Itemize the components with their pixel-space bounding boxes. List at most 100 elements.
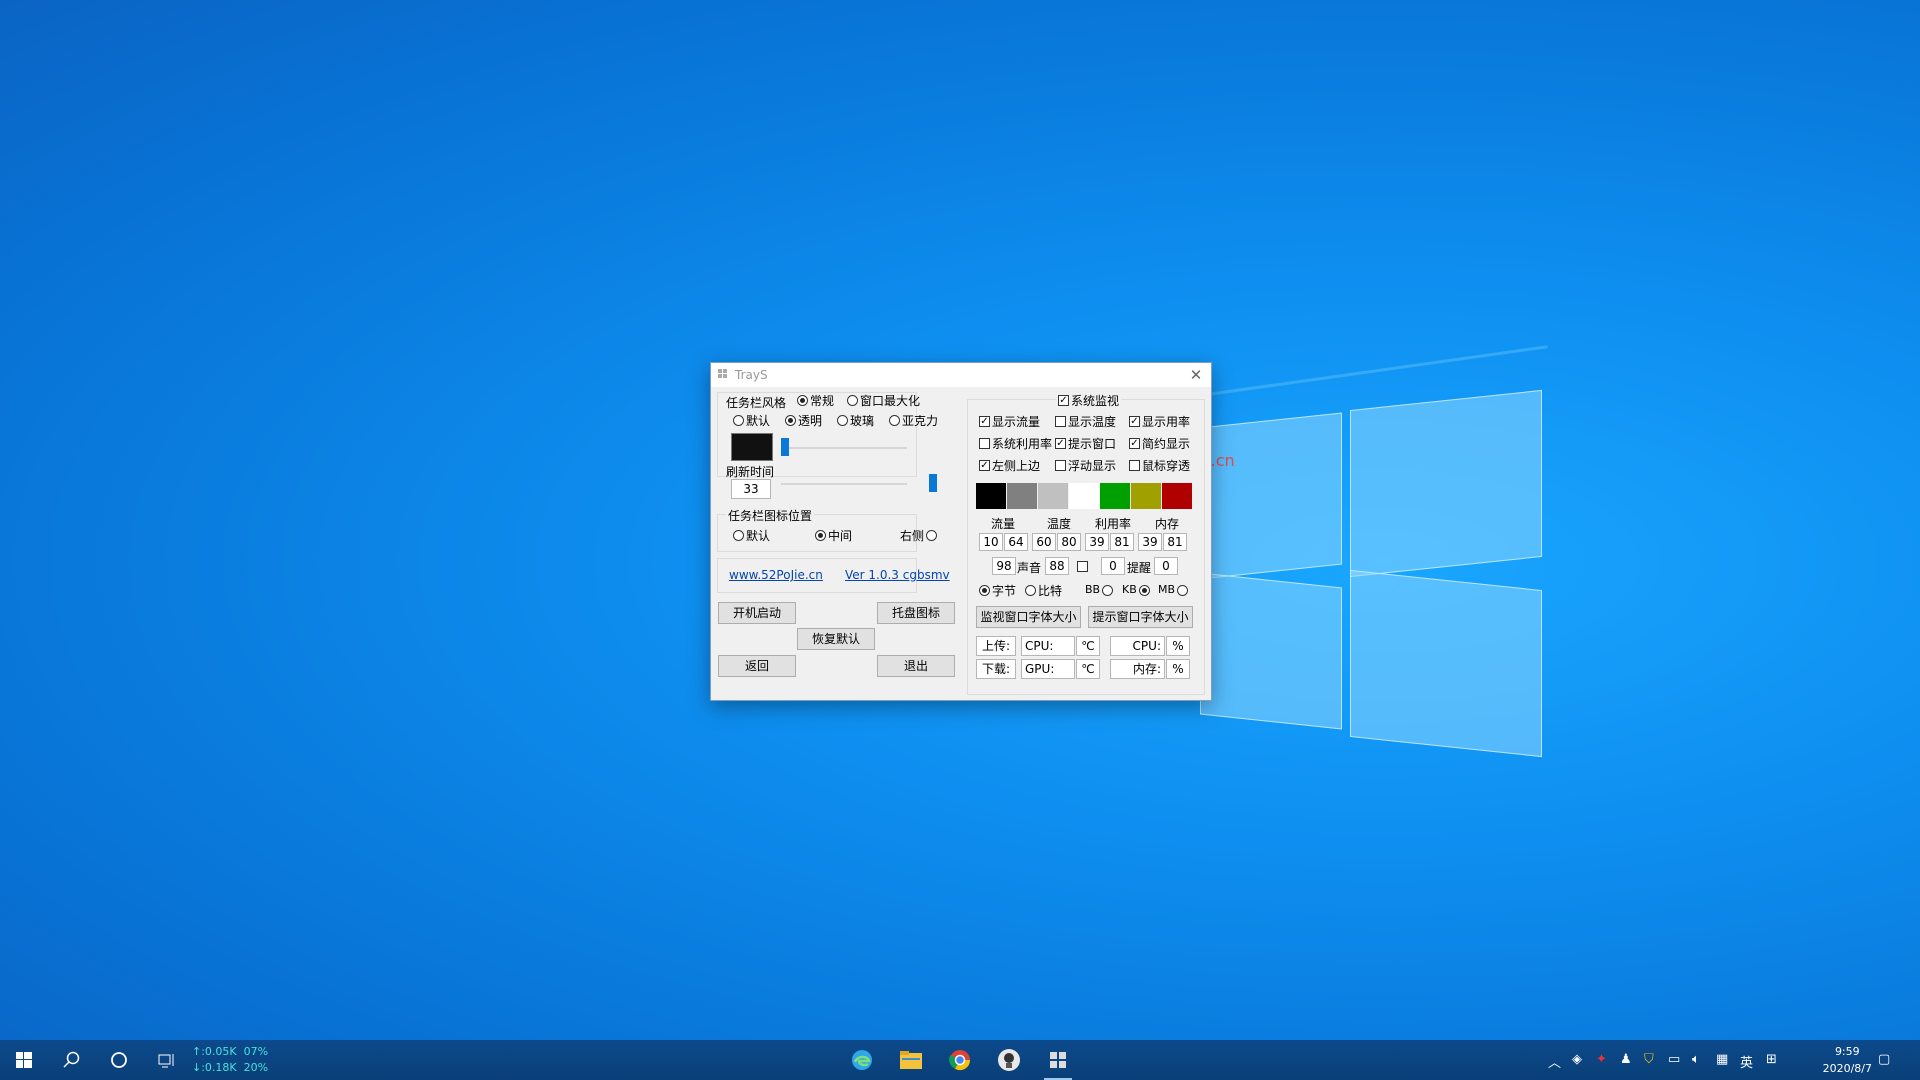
check-float-show[interactable]: 浮动显示: [1055, 458, 1116, 473]
autostart-button[interactable]: 开机启动: [718, 602, 796, 624]
color-swatch-green[interactable]: [1100, 483, 1130, 509]
clock[interactable]: 9:59 2020/8/7: [1823, 1043, 1872, 1077]
volume-icon[interactable]: 🔈︎: [1692, 1052, 1700, 1067]
security-shield-icon[interactable]: ⛉: [1644, 1052, 1654, 1067]
title-bar[interactable]: TrayS ✕: [711, 363, 1211, 387]
net-up: ↑:0.05K: [192, 1045, 237, 1058]
cortana-icon[interactable]: [97, 1040, 141, 1080]
net-down: ↓:0.18K: [192, 1061, 237, 1074]
value-field[interactable]: 64: [1004, 533, 1028, 551]
exit-button[interactable]: 退出: [877, 655, 955, 677]
version-link[interactable]: Ver 1.0.3 cgbsmv: [845, 568, 950, 582]
site-link[interactable]: www.52PoJie.cn: [729, 568, 823, 582]
app-icon: [718, 369, 727, 378]
tip-font-button[interactable]: 提示窗口字体大小: [1088, 606, 1193, 628]
radio-style-transparent[interactable]: 透明: [785, 413, 822, 428]
value-field[interactable]: 60: [1032, 533, 1056, 551]
header-mem: 内存: [1155, 517, 1180, 531]
monitor-font-button[interactable]: 监视窗口字体大小: [976, 606, 1081, 628]
value-field[interactable]: 80: [1057, 533, 1081, 551]
header-traffic: 流量: [991, 517, 1016, 531]
mem-percent: %: [1166, 659, 1190, 679]
value-field[interactable]: 39: [1085, 533, 1109, 551]
chrome-browser-icon[interactable]: [938, 1040, 982, 1080]
value-remind-field[interactable]: 0: [1154, 557, 1178, 575]
color-swatch-red[interactable]: [1162, 483, 1192, 509]
radio-unit-bit[interactable]: 比特: [1025, 583, 1062, 598]
radio-style-glass[interactable]: 玻璃: [837, 413, 874, 428]
qq-penguin-icon[interactable]: ♟: [1620, 1052, 1632, 1067]
radio-pos-default[interactable]: 默认: [733, 528, 770, 543]
check-compact[interactable]: ✓ 简约显示: [1129, 436, 1190, 451]
radio-pos-center[interactable]: 中间: [815, 528, 852, 543]
trays-app-icon[interactable]: [1036, 1040, 1080, 1080]
color-swatch-white[interactable]: [1069, 483, 1099, 509]
color-swatch-gray[interactable]: [1007, 483, 1037, 509]
network-icon[interactable]: ▭: [1668, 1052, 1680, 1067]
value-88-field[interactable]: 88: [1045, 557, 1069, 575]
color-picker-swatch[interactable]: [731, 433, 773, 461]
download-label: 下载:: [976, 659, 1016, 679]
color-swatch-olive[interactable]: [1131, 483, 1161, 509]
radio-style-acrylic[interactable]: 亚克力: [889, 413, 938, 428]
radio-unit-kb[interactable]: KB: [1122, 583, 1150, 597]
check-mouse-pass[interactable]: 鼠标穿透: [1129, 458, 1190, 473]
action-center-icon[interactable]: ▢: [1878, 1052, 1890, 1067]
value-98-field[interactable]: 98: [992, 557, 1016, 575]
radio-style-default[interactable]: 默认: [733, 413, 770, 428]
radio-pos-right[interactable]: 右侧: [900, 528, 938, 543]
radio-style-normal[interactable]: 常规: [797, 393, 834, 408]
cpu-usage-label: CPU:: [1110, 636, 1165, 656]
alpha-slider-track[interactable]: [781, 447, 907, 449]
search-icon[interactable]: [50, 1040, 94, 1080]
ime-indicator[interactable]: 英: [1740, 1052, 1753, 1071]
refresh-slider-track[interactable]: [781, 483, 907, 485]
radio-unit-bb[interactable]: BB: [1085, 583, 1114, 597]
radio-unit-byte[interactable]: 字节: [979, 583, 1016, 598]
value-field[interactable]: 81: [1163, 533, 1187, 551]
value-field[interactable]: 81: [1110, 533, 1134, 551]
check-show-temp[interactable]: 显示温度: [1055, 414, 1116, 429]
check-sys-usage[interactable]: 系统利用率: [979, 436, 1052, 451]
value-field[interactable]: 10: [979, 533, 1003, 551]
value-field[interactable]: 39: [1138, 533, 1162, 551]
header-usage: 利用率: [1095, 517, 1132, 531]
cpu-temp-label: CPU:: [1021, 636, 1075, 656]
restore-default-button[interactable]: 恢复默认: [797, 628, 875, 650]
check-show-traffic[interactable]: ✓ 显示流量: [979, 414, 1040, 429]
sound-label: 声音: [1017, 561, 1042, 575]
close-icon[interactable]: ✕: [1181, 363, 1211, 387]
check-sound[interactable]: [1077, 559, 1088, 573]
tray-icon-button[interactable]: 托盘图标: [877, 602, 955, 624]
clock-time: 9:59: [1834, 1045, 1860, 1058]
show-hidden-icons-chevron-icon[interactable]: ︿: [1548, 1052, 1561, 1071]
check-left-top[interactable]: ✓ 左侧上边: [979, 458, 1040, 473]
window-title: TrayS: [735, 368, 768, 382]
start-windows-icon[interactable]: [2, 1040, 46, 1080]
clock-date: 2020/8/7: [1822, 1062, 1872, 1075]
refresh-slider-thumb[interactable]: [929, 474, 937, 492]
taskbar-style-label: 任务栏风格: [726, 396, 787, 410]
avatar-app-icon[interactable]: [987, 1040, 1031, 1080]
alpha-slider-thumb[interactable]: [781, 438, 789, 456]
color-swatch-black[interactable]: [976, 483, 1006, 509]
tray-app-icon[interactable]: ◈: [1572, 1052, 1582, 1067]
check-system-monitor[interactable]: ✓ 系统监视: [1056, 393, 1122, 408]
value-0-field[interactable]: 0: [1101, 557, 1125, 575]
tray-app-icon[interactable]: ✦: [1596, 1052, 1607, 1067]
radio-unit-mb[interactable]: MB: [1158, 583, 1189, 597]
refresh-time-input[interactable]: 33: [731, 479, 771, 499]
color-swatch-silver[interactable]: [1038, 483, 1068, 509]
colorful-app-icon[interactable]: ▦: [1716, 1052, 1728, 1067]
check-show-usage[interactable]: ✓ 显示用率: [1129, 414, 1190, 429]
trays-dialog: TrayS ✕ 任务栏风格 常规 窗口最大化 默认 透明 玻璃 亚克力 刷新时间…: [710, 362, 1212, 701]
file-explorer-icon[interactable]: [889, 1040, 933, 1080]
ime-mode-icon[interactable]: ⊞: [1766, 1052, 1777, 1067]
gpu-celsius: ℃: [1076, 659, 1100, 679]
back-button[interactable]: 返回: [718, 655, 796, 677]
edge-browser-icon[interactable]: [840, 1040, 884, 1080]
check-tip-window[interactable]: ✓ 提示窗口: [1055, 436, 1116, 451]
mem-percent: 20%: [243, 1061, 269, 1074]
radio-style-maximized[interactable]: 窗口最大化: [847, 393, 920, 408]
task-view-icon[interactable]: [145, 1040, 189, 1080]
